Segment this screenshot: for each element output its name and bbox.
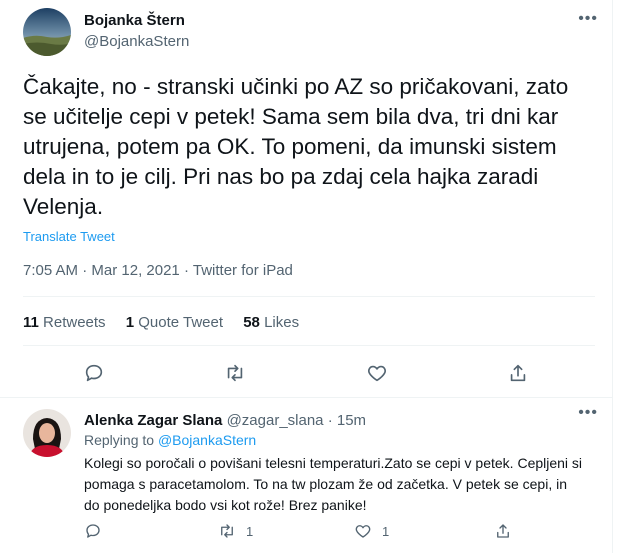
retweets-stat[interactable]: 11 Retweets <box>23 314 106 331</box>
reply-separator: · <box>327 412 333 429</box>
reply-like-button[interactable]: 1 <box>354 522 389 540</box>
meta-separator: · <box>82 262 88 279</box>
share-button[interactable] <box>503 358 533 388</box>
heart-icon <box>368 365 386 382</box>
reply-button[interactable] <box>79 358 109 388</box>
more-options-icon[interactable]: ••• <box>578 405 598 421</box>
more-options-icon[interactable]: ••• <box>578 11 598 27</box>
reply-retweet-count: 1 <box>246 523 254 539</box>
quote-tweets-stat[interactable]: 1 Quote Tweet <box>126 314 223 331</box>
reply-timestamp[interactable]: 15m <box>337 412 366 429</box>
tweet-date[interactable]: Mar 12, 2021 <box>91 262 179 279</box>
divider <box>23 296 595 297</box>
share-icon <box>497 524 509 538</box>
share-icon <box>510 364 526 382</box>
divider <box>0 397 612 398</box>
author-display-name[interactable]: Bojanka Štern <box>84 12 185 29</box>
reply-icon <box>86 524 100 538</box>
reply-retweet-button[interactable]: 1 <box>218 522 253 540</box>
engagement-stats: 11 Retweets 1 Quote Tweet 58 Likes <box>23 314 315 331</box>
tweet-metadata: 7:05 AM · Mar 12, 2021 · Twitter for iPa… <box>23 262 293 279</box>
translate-tweet-link[interactable]: Translate Tweet <box>23 229 115 244</box>
author-avatar[interactable] <box>23 8 71 56</box>
reply-icon <box>85 364 103 382</box>
reply-author-display-name[interactable]: Alenka Zagar Slana <box>84 412 222 429</box>
tweet-source[interactable]: Twitter for iPad <box>193 262 293 279</box>
reply-action-bar: 1 1 <box>84 522 584 542</box>
replying-to-line: Replying to @BojankaStern <box>84 432 256 448</box>
reply-author-line: Alenka Zagar Slana @zagar_slana · 15m <box>84 412 366 429</box>
reply-like-count: 1 <box>382 523 390 539</box>
reply-author-handle[interactable]: @zagar_slana <box>227 412 324 429</box>
like-button[interactable] <box>362 358 392 388</box>
likes-stat[interactable]: 58 Likes <box>243 314 299 331</box>
replying-to-prefix: Replying to <box>84 432 155 448</box>
author-handle[interactable]: @BojankaStern <box>84 33 189 50</box>
reply-reply-button[interactable] <box>84 522 102 540</box>
meta-separator: · <box>183 262 189 279</box>
divider <box>23 345 595 346</box>
tweet-action-bar <box>0 358 612 388</box>
reply-share-button[interactable] <box>494 522 512 540</box>
heart-icon <box>355 525 371 538</box>
retweet-button[interactable] <box>220 358 250 388</box>
replying-to-link[interactable]: @BojankaStern <box>158 432 256 448</box>
reply-author-avatar[interactable] <box>23 409 71 457</box>
tweet-text: Čakajte, no - stranski učinki po AZ so p… <box>23 74 569 219</box>
retweet-icon <box>227 364 243 382</box>
retweet-icon <box>221 524 233 538</box>
tweet-time[interactable]: 7:05 AM <box>23 262 78 279</box>
reply-text: Kolegi so poročali o povišani telesni te… <box>84 455 583 513</box>
